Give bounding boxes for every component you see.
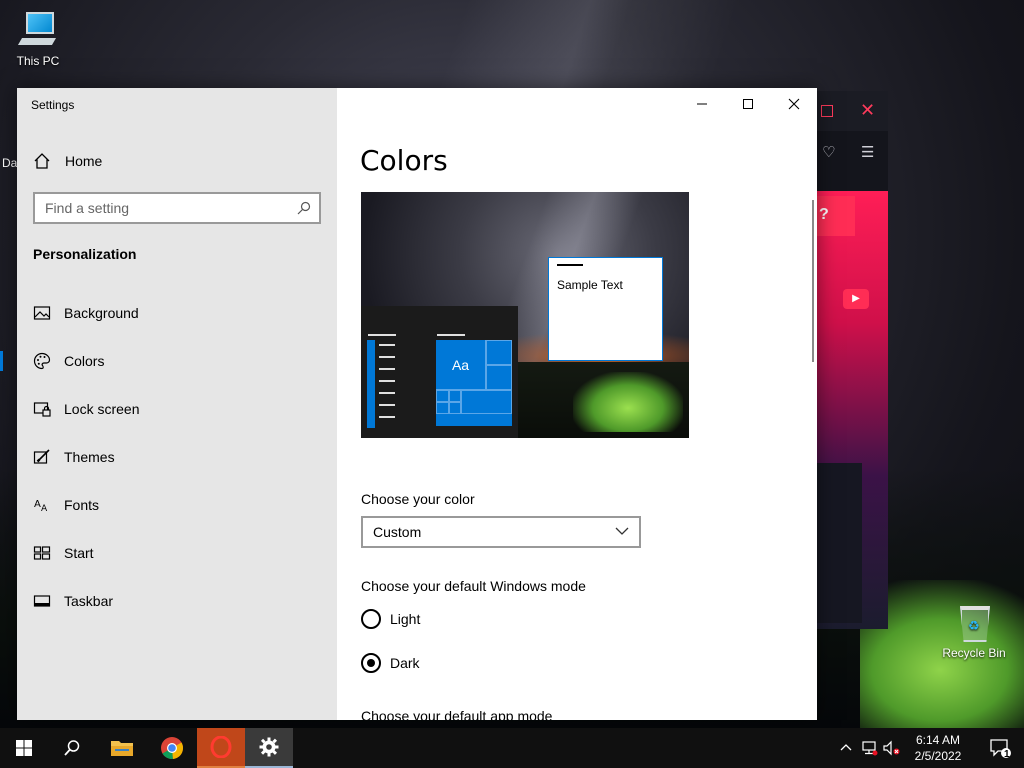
nav-home-label: Home	[65, 153, 103, 169]
preview-tile-label: Aa	[436, 340, 486, 390]
radio-dark[interactable]: Dark	[361, 653, 420, 673]
recycle-bin-desktop-icon[interactable]: ♻ Recycle Bin	[936, 602, 1012, 660]
start-icon	[33, 546, 51, 560]
settings-sliders-icon[interactable]: ☰	[861, 143, 874, 161]
windows-mode-label: Choose your default Windows mode	[361, 578, 586, 594]
theme-preview: Aa Sample Text	[361, 192, 689, 438]
sidebar-item-lock-screen[interactable]: Lock screen	[17, 385, 337, 433]
recycle-bin-label: Recycle Bin	[942, 646, 1006, 660]
sidebar-item-label: Taskbar	[64, 593, 114, 609]
taskbar: 6:14 AM 2/5/2022 1	[0, 728, 1024, 768]
sidebar-item-fonts[interactable]: AA Fonts	[17, 481, 337, 529]
page-title: Colors	[360, 144, 448, 177]
file-explorer-button[interactable]	[98, 728, 146, 768]
palette-icon	[33, 352, 51, 370]
sidebar-item-label: Fonts	[64, 497, 100, 513]
start-button[interactable]	[0, 728, 48, 768]
nav-home[interactable]: Home	[17, 146, 337, 176]
radio-label-dark: Dark	[390, 655, 420, 671]
window-title: Settings	[31, 98, 75, 112]
settings-content: Colors Aa Sample Text Choose your color …	[337, 88, 817, 720]
background-browser-window[interactable]: ✕ ♡ ☰ ? ▶	[817, 91, 888, 629]
radio-circle-dark[interactable]	[361, 653, 381, 673]
sidebar-item-colors[interactable]: Colors	[0, 337, 337, 385]
minimize-icon	[697, 103, 707, 105]
search-button[interactable]	[48, 728, 96, 768]
settings-window: Settings Home Personalization Background…	[0, 88, 817, 720]
preview-sample-window: Sample Text	[548, 257, 663, 361]
section-title: Personalization	[33, 246, 137, 262]
taskbar-icon	[33, 595, 51, 607]
partial-desktop-label: Da	[2, 156, 18, 170]
preview-start-menu: Aa	[361, 306, 518, 438]
search-icon	[64, 740, 80, 756]
sidebar-item-start[interactable]: Start	[17, 529, 337, 577]
volume-muted-icon[interactable]	[882, 740, 902, 756]
app-mode-label: Choose your default app mode	[361, 708, 553, 720]
chrome-icon	[161, 737, 184, 760]
this-pc-desktop-icon[interactable]: This PC	[0, 10, 76, 68]
lock-screen-icon	[33, 402, 51, 417]
taskbar-clock[interactable]: 6:14 AM 2/5/2022	[905, 732, 971, 764]
color-dropdown-value: Custom	[373, 524, 422, 540]
recycle-bin-icon: ♻	[954, 602, 994, 642]
chrome-button[interactable]	[148, 728, 196, 768]
svg-text:A: A	[34, 499, 41, 510]
chevron-down-icon	[615, 527, 629, 535]
sample-text: Sample Text	[557, 278, 623, 292]
browser-promo-button[interactable]: ?	[817, 196, 855, 236]
nav-list: Background Colors Lock screen Themes AA …	[0, 289, 337, 625]
search-box[interactable]	[33, 192, 321, 224]
settings-taskbar-button[interactable]	[245, 728, 293, 768]
sidebar-item-taskbar[interactable]: Taskbar	[17, 577, 337, 625]
sidebar-item-label: Themes	[64, 449, 115, 465]
youtube-icon[interactable]: ▶	[843, 289, 869, 309]
notification-count: 1	[1004, 749, 1010, 760]
radio-circle-light[interactable]	[361, 609, 381, 629]
system-tray	[838, 728, 902, 768]
maximize-icon	[743, 99, 753, 109]
computer-icon	[17, 10, 58, 50]
clock-time: 6:14 AM	[915, 733, 961, 747]
svg-text:A: A	[41, 504, 48, 514]
opera-icon	[210, 736, 232, 758]
sidebar-item-background[interactable]: Background	[17, 289, 337, 337]
home-icon	[34, 153, 50, 169]
sidebar-item-label: Background	[64, 305, 139, 321]
sidebar-item-label: Lock screen	[64, 401, 140, 417]
sidebar-item-themes[interactable]: Themes	[17, 433, 337, 481]
color-dropdown[interactable]: Custom	[361, 516, 641, 548]
radio-light[interactable]: Light	[361, 609, 420, 629]
file-explorer-icon	[111, 741, 133, 756]
this-pc-label: This PC	[16, 54, 60, 68]
sidebar-item-label: Colors	[64, 353, 105, 369]
close-icon[interactable]: ✕	[860, 100, 875, 121]
browser-dark-panel	[817, 463, 862, 623]
search-input[interactable]	[45, 200, 285, 216]
heart-icon[interactable]: ♡	[822, 143, 835, 161]
chevron-up-icon[interactable]	[838, 740, 854, 756]
picture-icon	[33, 306, 51, 320]
sidebar-item-label: Start	[64, 545, 94, 561]
network-icon[interactable]	[860, 740, 878, 756]
clock-date: 2/5/2022	[914, 749, 962, 763]
maximize-icon[interactable]	[821, 105, 833, 117]
close-icon	[788, 98, 800, 110]
choose-color-label: Choose your color	[361, 491, 475, 507]
opera-button[interactable]	[197, 728, 245, 768]
browser-titlebar: ✕	[817, 91, 888, 131]
search-icon[interactable]	[297, 201, 311, 215]
close-button[interactable]	[771, 88, 817, 120]
themes-icon	[33, 449, 50, 464]
scrollbar[interactable]	[812, 200, 814, 362]
minimize-button[interactable]	[679, 88, 725, 120]
windows-logo-icon	[16, 740, 32, 756]
fonts-icon: AA	[34, 499, 48, 514]
action-center-button[interactable]: 1	[976, 728, 1024, 768]
settings-icon	[259, 737, 279, 757]
settings-sidebar: Settings Home Personalization Background…	[0, 88, 337, 720]
maximize-button[interactable]	[725, 88, 771, 120]
preview-tiles: Aa	[436, 340, 512, 426]
radio-label-light: Light	[390, 611, 421, 627]
